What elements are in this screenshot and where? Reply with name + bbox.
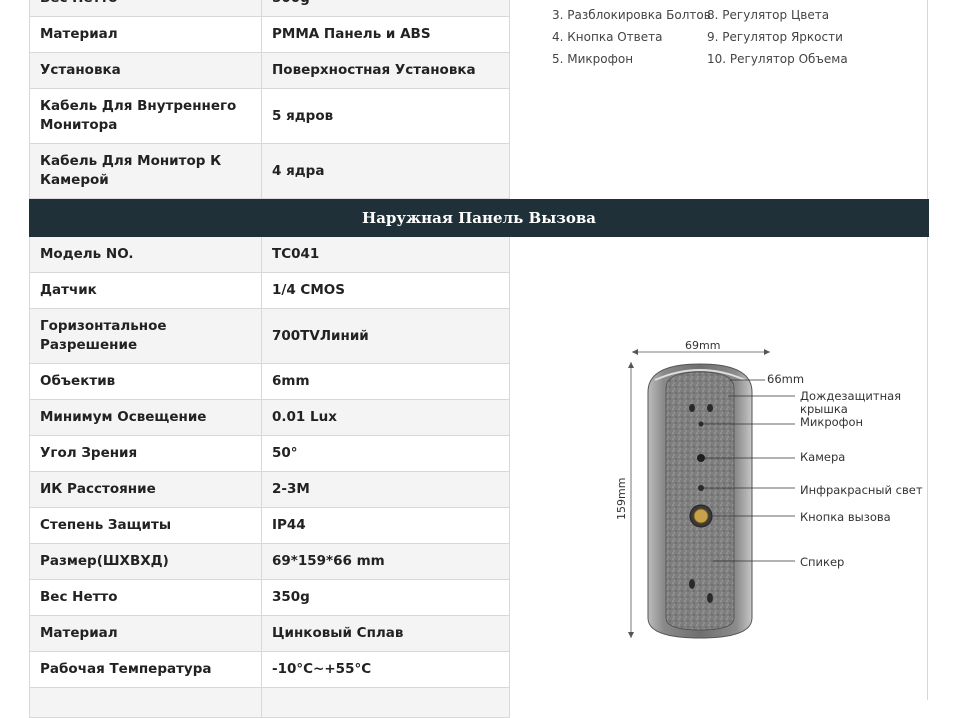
call-button-callout: Кнопка вызова <box>800 510 891 524</box>
table-row <box>30 688 509 718</box>
legend-column: 3. Разблокировка Болтов 4. Кнопка Ответа… <box>552 4 711 70</box>
spec-value: Цинковый Сплав <box>272 625 404 641</box>
spec-label: Кабель Для Внутреннего Монитора <box>30 89 262 143</box>
spec-value: PMMA Панель и ABS <box>272 26 431 42</box>
spec-value: 5 ядров <box>272 107 334 124</box>
spec-label: Степень Защиты <box>30 508 262 543</box>
doorbell-diagram: 69mm 159mm 66mm Дождезащитная крышка Мик… <box>600 330 930 650</box>
spec-value: 50° <box>272 445 298 461</box>
spec-label: Установка <box>30 53 262 88</box>
table-row: Рабочая Температура -10°C~+55°C <box>30 652 509 688</box>
spec-value: 4 ядра <box>272 162 325 179</box>
ir-light-callout: Инфракрасный свет <box>800 483 923 497</box>
spec-value: 500g <box>262 0 509 16</box>
spec-label: Горизонтальное Разрешение <box>30 309 262 363</box>
spec-label: Рабочая Температура <box>30 652 262 687</box>
spec-label: Минимум Освещение <box>30 400 262 435</box>
spec-value: 700TVЛиний <box>272 327 369 344</box>
spec-label: Вес Нетто <box>30 0 262 16</box>
spec-label: Объектив <box>30 364 262 399</box>
legend-item: 9. Регулятор Яркости <box>707 30 843 44</box>
camera-callout: Камера <box>800 450 846 464</box>
spec-value: IP44 <box>272 517 306 533</box>
spec-value: 1/4 CMOS <box>272 282 345 298</box>
legend-item: 5. Микрофон <box>552 52 634 66</box>
spec-label: Размер(ШХВХД) <box>30 544 262 579</box>
spec-label: ИК Расстояние <box>30 472 262 507</box>
table-row: Размер(ШХВХД) 69*159*66 mm <box>30 544 509 580</box>
spec-value: Поверхностная Установка <box>272 62 476 78</box>
table-row: Степень Защиты IP44 <box>30 508 509 544</box>
rain-cover-callout: Дождезащитная крышка <box>800 389 902 416</box>
spec-label: Материал <box>30 616 262 651</box>
table-row: Объектив 6mm <box>30 364 509 400</box>
spec-label: Угол Зрения <box>30 436 262 471</box>
microphone-callout: Микрофон <box>800 415 864 429</box>
legend-item: 8. Регулятор Цвета <box>707 8 830 22</box>
call-button-icon <box>693 508 709 524</box>
spec-label: Кабель Для Монитор К Камерой <box>30 144 262 198</box>
table-row: Угол Зрения 50° <box>30 436 509 472</box>
table-row: Минимум Освещение 0.01 Lux <box>30 400 509 436</box>
spec-value: TC041 <box>272 246 320 262</box>
speaker-callout: Спикер <box>800 555 845 569</box>
spec-value: 2-3M <box>272 481 310 497</box>
spec-label: Материал <box>30 17 262 52</box>
legend-item: 4. Кнопка Ответа <box>552 30 663 44</box>
legend-item: 10. Регулятор Объема <box>707 52 848 66</box>
table-row: Модель NO. TC041 <box>30 237 509 273</box>
table-row: Вес Нетто 350g <box>30 580 509 616</box>
table-row: Материал Цинковый Сплав <box>30 616 509 652</box>
spec-value: -10°C~+55°C <box>272 661 372 677</box>
table-row: ИК Расстояние 2-3M <box>30 472 509 508</box>
legend-item: 3. Разблокировка Болтов <box>552 8 711 22</box>
depth-label: 66mm <box>767 372 805 386</box>
height-label: 159mm <box>615 478 628 520</box>
legend-column: 8. Регулятор Цвета 9. Регулятор Яркости … <box>707 4 848 70</box>
spec-value: 69*159*66 mm <box>272 553 385 569</box>
table-row: Установка Поверхностная Установка <box>30 53 509 89</box>
section-header: Наружная Панель Вызова <box>29 199 929 237</box>
spec-table-top: Вес Нетто 500g Материал PMMA Панель и AB… <box>29 0 510 199</box>
table-row: Вес Нетто 500g <box>30 0 509 17</box>
table-row: Кабель Для Внутреннего Монитора 5 ядров <box>30 89 509 144</box>
spec-label: Модель NO. <box>30 237 262 272</box>
table-row: Горизонтальное Разрешение 700TVЛиний <box>30 309 509 364</box>
spec-value: 0.01 Lux <box>272 409 337 425</box>
spec-label: Датчик <box>30 273 262 308</box>
spec-value: 6mm <box>272 373 310 389</box>
table-row: Датчик 1/4 CMOS <box>30 273 509 309</box>
spec-value: 350g <box>272 589 310 605</box>
spec-table-bottom: Модель NO. TC041 Датчик 1/4 CMOS Горизон… <box>29 237 510 718</box>
width-label: 69mm <box>685 339 720 352</box>
table-row: Кабель Для Монитор К Камерой 4 ядра <box>30 144 509 199</box>
table-row: Материал PMMA Панель и ABS <box>30 17 509 53</box>
spec-label: Вес Нетто <box>30 580 262 615</box>
